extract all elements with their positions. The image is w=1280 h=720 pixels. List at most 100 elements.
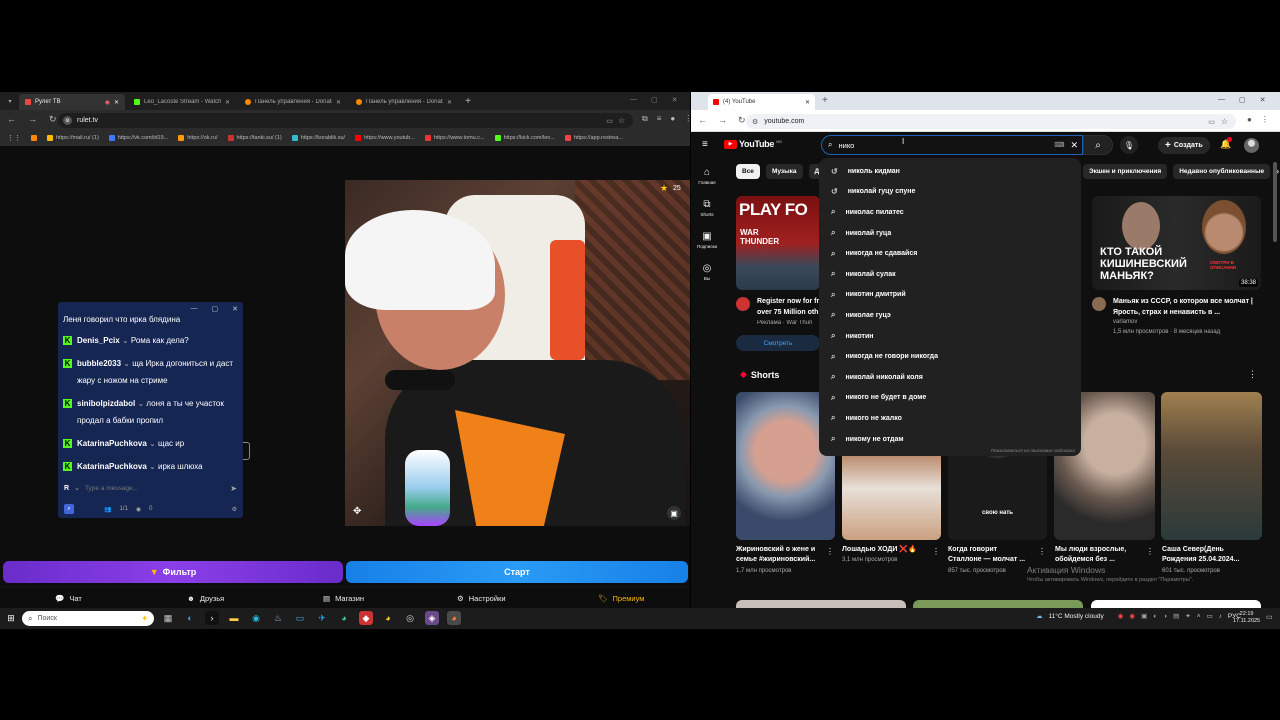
weather-icon[interactable]: ☁ bbox=[1036, 612, 1043, 620]
tab-list-icon[interactable]: ▾ bbox=[6, 96, 14, 106]
maximize-icon[interactable]: ▢ bbox=[1239, 96, 1246, 104]
youtube-tab[interactable]: (4) YouTube ✕ bbox=[708, 94, 815, 110]
new-tab-button[interactable]: + bbox=[462, 95, 474, 107]
clear-search-icon[interactable]: ✕ bbox=[1070, 140, 1078, 151]
left-tab-kick[interactable]: Leo_Lacoste Stream - Watch Li ✕ bbox=[128, 94, 236, 110]
install-icon[interactable]: ▭ bbox=[606, 117, 613, 125]
chat-input[interactable] bbox=[84, 484, 226, 492]
chat-side-button[interactable] bbox=[243, 442, 250, 460]
taskbar-search[interactable]: ⌕ Поиск ✦ bbox=[22, 611, 154, 626]
active-app-icon[interactable]: ◈ bbox=[425, 611, 439, 625]
bookmark-vk[interactable]: https://vk.com/id19... bbox=[108, 135, 168, 141]
sidebar-item-home[interactable]: ⌂ Главная bbox=[694, 167, 720, 185]
volume-icon[interactable]: ♪ bbox=[1219, 613, 1222, 620]
avatar[interactable] bbox=[1244, 138, 1259, 153]
obs-icon[interactable]: ◎ bbox=[403, 611, 417, 625]
keyboard-icon[interactable]: ⌨ bbox=[1054, 141, 1064, 149]
report-suggestions-link[interactable]: Пожаловаться на поисковые подсказки bbox=[991, 448, 1075, 453]
next-row-thumb-2[interactable] bbox=[913, 600, 1083, 608]
suggestion-item[interactable]: ⌕ никого не будет в доме bbox=[819, 388, 1081, 409]
tray-app-icon[interactable]: ▣ bbox=[1141, 612, 1147, 620]
video2-channel[interactable]: varlamov bbox=[1113, 319, 1137, 325]
nav-settings[interactable]: ⚙ Настройки bbox=[457, 594, 506, 603]
short-more-icon[interactable]: ⋮ bbox=[826, 547, 834, 556]
chrome-icon[interactable]: ◕ bbox=[337, 611, 351, 625]
tray-app-icon[interactable]: ◉ bbox=[1129, 612, 1135, 620]
close-window-icon[interactable]: ✕ bbox=[672, 96, 678, 104]
suggestion-item[interactable]: ⌕ николас пилатес bbox=[819, 202, 1081, 223]
short-title-5[interactable]: Саша Север(День Рождения 25.04.2024... bbox=[1162, 545, 1250, 565]
suggestion-item[interactable]: ↺ николай гуцу спуне bbox=[819, 182, 1081, 203]
nav-chat[interactable]: 💬 Чат bbox=[55, 594, 82, 603]
ad-watch-button[interactable]: Смотреть bbox=[736, 335, 820, 351]
sidebar-item-subscriptions[interactable]: ▣ Подписки bbox=[694, 231, 720, 249]
left-tab-donatic-1[interactable]: Панель управления - Donatic ✕ bbox=[239, 94, 347, 110]
close-icon[interactable]: ✕ bbox=[447, 99, 452, 106]
suggestion-item[interactable]: ⌕ николай гуца bbox=[819, 223, 1081, 244]
nav-shop[interactable]: ▤ Магазин bbox=[323, 594, 364, 603]
bookmark-kick[interactable]: https://kick.com/leo... bbox=[494, 135, 555, 141]
filter-button[interactable]: ▼ Фильтр bbox=[3, 561, 343, 583]
short-title-3[interactable]: Когда говорит Сталлоне — молчат ... bbox=[948, 545, 1032, 565]
weather-text[interactable]: 11°C Mostly cloudy bbox=[1049, 613, 1104, 620]
close-icon[interactable]: ✕ bbox=[805, 99, 810, 106]
settings-icon[interactable]: ⚙ bbox=[232, 506, 237, 513]
bookmark-ok[interactable]: https://ok.ru/ bbox=[178, 135, 218, 141]
network-icon[interactable]: ▭ bbox=[1207, 612, 1213, 620]
profile-icon[interactable]: ● bbox=[670, 114, 675, 124]
maximize-icon[interactable]: ▢ bbox=[651, 96, 658, 104]
terminal-icon[interactable]: › bbox=[205, 611, 219, 625]
windows-start-icon[interactable]: ⊞ bbox=[6, 613, 16, 623]
game-icon[interactable]: ◆ bbox=[359, 611, 373, 625]
suggestion-item[interactable]: ⌕ никогда не сдавайся bbox=[819, 243, 1081, 264]
tray-app-icon[interactable]: ◉ bbox=[1118, 612, 1124, 620]
bookmark-tomu[interactable]: https://www.tomu.c... bbox=[424, 135, 485, 141]
bookmark-tanki[interactable]: https://tanki.su/ (1) bbox=[227, 135, 282, 141]
suggestion-item[interactable]: ⌕ никотин bbox=[819, 326, 1081, 347]
chip-all[interactable]: Все bbox=[736, 164, 760, 179]
suggestion-item[interactable]: ⌕ николай сулак bbox=[819, 264, 1081, 285]
reload-icon[interactable]: ↻ bbox=[49, 114, 57, 125]
chevron-down-icon[interactable]: ⌄ bbox=[74, 484, 80, 492]
shorts-more-icon[interactable]: ⋮ bbox=[1248, 369, 1257, 380]
bookmark-korablik[interactable]: https://korablik.su/ bbox=[291, 135, 345, 141]
gift-icon[interactable]: ▣ bbox=[667, 506, 681, 520]
chip-music[interactable]: Музыка bbox=[765, 164, 803, 179]
short-title-2[interactable]: Лошадью ХОДИ ❌🔥 bbox=[842, 545, 926, 555]
media-icon[interactable]: ≡ bbox=[657, 114, 662, 124]
search-button[interactable]: ⌕ bbox=[1083, 135, 1113, 155]
channel-avatar[interactable] bbox=[1092, 297, 1106, 311]
notification-center-icon[interactable]: ▭ bbox=[1266, 613, 1273, 621]
tray-app-icon[interactable]: ✦ bbox=[1185, 612, 1190, 620]
minimize-icon[interactable]: — bbox=[630, 96, 637, 104]
send-icon[interactable]: ➤ bbox=[230, 484, 237, 493]
nav-premium[interactable]: 🏷 Премиум bbox=[598, 594, 644, 603]
chevron-up-icon[interactable]: ˄ bbox=[1197, 613, 1201, 620]
left-tab-donatic-2[interactable]: Панель управления - Donatic ✕ bbox=[350, 94, 458, 110]
short-more-icon[interactable]: ⋮ bbox=[1146, 547, 1154, 556]
scrollbar[interactable] bbox=[1273, 162, 1277, 242]
short-title-4[interactable]: Мы люди взрослые, обойдемся без ... bbox=[1055, 545, 1139, 565]
start-button[interactable]: Старт bbox=[346, 561, 688, 583]
suggestion-item[interactable]: ⌕ николае гуцэ bbox=[819, 305, 1081, 326]
next-row-thumb-1[interactable] bbox=[736, 600, 906, 608]
minimize-icon[interactable]: — bbox=[1218, 96, 1225, 104]
chat-username[interactable]: bubble2033 bbox=[77, 359, 121, 368]
forward-icon[interactable]: → bbox=[718, 115, 727, 126]
suggestion-item[interactable]: ⌕ никотин дмитрий bbox=[819, 285, 1081, 306]
youtube-search-box[interactable]: ⌕ нико ⌨ ✕ bbox=[821, 135, 1083, 155]
short-more-icon[interactable]: ⋮ bbox=[1038, 547, 1046, 556]
youtube-logo[interactable]: ▶ YouTube MD bbox=[724, 139, 782, 149]
next-row-thumb-3[interactable] bbox=[1091, 600, 1261, 608]
suggestion-item[interactable]: ⌕ никого не жалко bbox=[819, 408, 1081, 429]
video2-thumbnail[interactable]: КТО ТАКОЙ КИШИНЕВСКИЙ МАНЬЯК? СМОТРИ В О… bbox=[1092, 196, 1261, 290]
suggestion-item[interactable]: ⌕ никому не отдам bbox=[819, 429, 1081, 450]
chip-action[interactable]: Экшен и приключения bbox=[1083, 164, 1168, 179]
sidebar-item-you[interactable]: ◎ Вы bbox=[694, 263, 720, 281]
messenger-icon[interactable]: ✈ bbox=[315, 611, 329, 625]
chat-username[interactable]: Denis_Pcix bbox=[77, 336, 120, 345]
voice-search-icon[interactable]: 🎙 bbox=[1120, 136, 1138, 154]
close-icon[interactable]: ✕ bbox=[336, 99, 341, 106]
close-icon[interactable]: ✕ bbox=[114, 99, 119, 106]
platform-badge[interactable]: R bbox=[64, 485, 69, 492]
